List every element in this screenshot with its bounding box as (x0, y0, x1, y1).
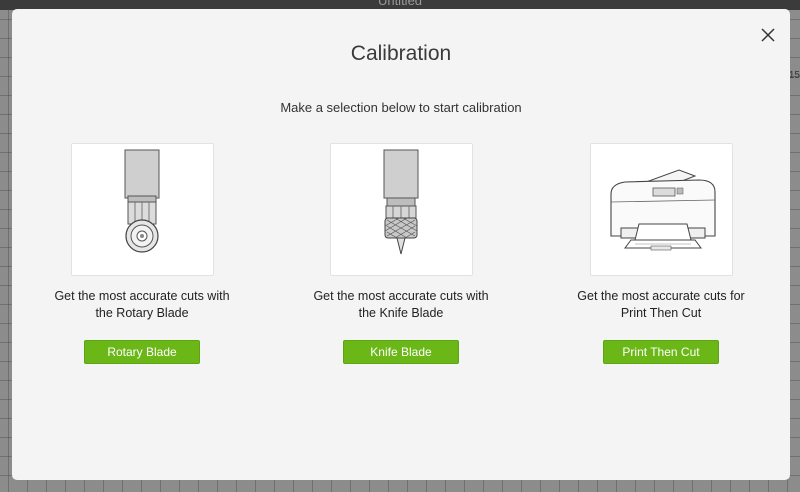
rotary-blade-image (70, 143, 214, 276)
printer-icon (609, 169, 716, 251)
print-then-cut-button[interactable]: Print Then Cut (603, 340, 719, 364)
rotary-blade-button[interactable]: Rotary Blade (84, 340, 200, 364)
description-line: Get the most accurate cuts with (54, 289, 230, 303)
knife-blade-image (329, 143, 473, 276)
option-knife-blade: Get the most accurate cuts with the Knif… (271, 143, 531, 364)
document-title: Untitled (377, 0, 423, 8)
description-line: Print Then Cut (620, 306, 702, 320)
knife-blade-icon (383, 149, 418, 255)
calibration-dialog: Calibration Make a selection below to st… (12, 9, 790, 480)
option-print-then-cut: Get the most accurate cuts for Print The… (531, 143, 791, 364)
option-description: Get the most accurate cuts for Print The… (531, 288, 791, 322)
ruler-number: 15 (788, 70, 800, 81)
option-rotary-blade: Get the most accurate cuts with the Rota… (12, 143, 272, 364)
option-description: Get the most accurate cuts with the Rota… (12, 288, 272, 322)
dialog-subtitle: Make a selection below to start calibrat… (280, 100, 522, 115)
dialog-title: Calibration (350, 42, 452, 65)
rotary-blade-icon (124, 149, 159, 253)
knife-blade-button[interactable]: Knife Blade (343, 340, 459, 364)
description-line: the Rotary Blade (95, 306, 189, 320)
description-line: Get the most accurate cuts for (577, 289, 745, 303)
description-line: the Knife Blade (358, 306, 444, 320)
printer-image (589, 143, 733, 276)
option-description: Get the most accurate cuts with the Knif… (271, 288, 531, 322)
description-line: Get the most accurate cuts with (313, 289, 489, 303)
